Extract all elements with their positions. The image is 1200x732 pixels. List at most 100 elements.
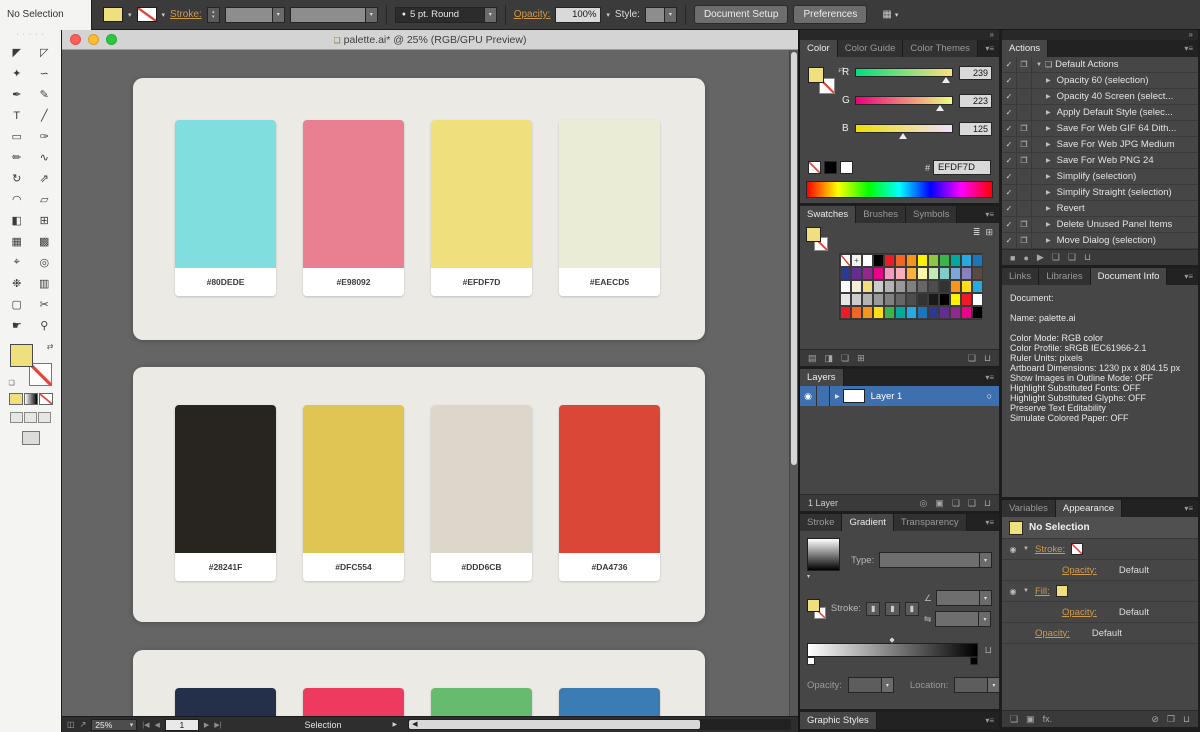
swatch-card[interactable]: #80DEDE	[175, 120, 276, 296]
expand-icon[interactable]: ▼	[1023, 546, 1031, 552]
close-button[interactable]	[70, 34, 81, 45]
fill-proxy[interactable]	[806, 227, 821, 242]
swatch-cell[interactable]	[840, 254, 851, 267]
swatch-cell[interactable]	[906, 254, 917, 267]
tab-libraries[interactable]: Libraries	[1039, 268, 1090, 285]
stop-playing-icon[interactable]: ■	[1010, 253, 1015, 263]
opacity-caret-icon[interactable]: ▾	[606, 11, 610, 19]
hand-tool[interactable]: ☛	[3, 315, 31, 336]
swatch-cell[interactable]	[873, 293, 884, 306]
fill-caret-icon[interactable]: ▾	[128, 11, 132, 19]
swatch-cell[interactable]	[906, 293, 917, 306]
swatch-cell[interactable]	[950, 293, 961, 306]
action-expand-icon[interactable]: ▶	[1046, 77, 1051, 84]
action-check-toggle[interactable]: ✓	[1002, 121, 1017, 136]
swatch-cell[interactable]	[928, 254, 939, 267]
swatch-cell[interactable]	[862, 267, 873, 280]
gradient-tool[interactable]: ▩	[31, 231, 59, 252]
action-label[interactable]: Default Actions	[1055, 59, 1118, 70]
swatch-cell[interactable]	[862, 306, 873, 319]
curvature-tool[interactable]: ✎	[31, 84, 59, 105]
make-mask-icon[interactable]: ▣	[935, 498, 944, 509]
panel-menu-icon[interactable]: ▾≡	[1179, 268, 1198, 285]
swatch-card[interactable]: #DFC554	[303, 405, 404, 581]
action-label[interactable]: Revert	[1057, 203, 1085, 214]
swatch-cell[interactable]	[961, 280, 972, 293]
gradient-angle-dropdown[interactable]: ▾	[936, 590, 992, 606]
share-icon[interactable]: ↗	[80, 720, 87, 729]
paintbrush-tool[interactable]: ✑	[31, 126, 59, 147]
swatch-cell[interactable]	[840, 293, 851, 306]
swatch-cell[interactable]	[851, 306, 862, 319]
color-fill-stroke-indicator[interactable]	[808, 67, 835, 94]
swatch-cell[interactable]	[884, 306, 895, 319]
workspace-switcher[interactable]: ▦ ▾	[882, 9, 898, 20]
swatch-cell[interactable]	[961, 293, 972, 306]
swatch-card[interactable]	[303, 688, 404, 716]
action-dialog-toggle[interactable]: ❐	[1017, 57, 1032, 72]
swatch-cell[interactable]	[884, 254, 895, 267]
swatch-cell[interactable]	[950, 306, 961, 319]
white-color-button[interactable]	[840, 161, 853, 174]
swatch-cell[interactable]	[862, 254, 873, 267]
stroke-along-icon[interactable]: ▮	[885, 602, 899, 616]
action-check-toggle[interactable]: ✓	[1002, 233, 1017, 248]
action-check-toggle[interactable]: ✓	[1002, 137, 1017, 152]
scroll-left-icon[interactable]: ◀	[412, 720, 417, 728]
draw-behind-button[interactable]	[24, 412, 37, 423]
draw-normal-button[interactable]	[10, 412, 23, 423]
collapse-panels-icon[interactable]: »	[800, 30, 999, 40]
panel-menu-icon[interactable]: ▾≡	[1179, 40, 1198, 57]
hex-value-input[interactable]: EFDF7D	[933, 160, 991, 175]
new-action-icon[interactable]: ❑	[1068, 252, 1076, 263]
channel-slider[interactable]	[855, 96, 953, 105]
swatch-cell[interactable]	[939, 254, 950, 267]
shaper-tool[interactable]: ∿	[31, 147, 59, 168]
swatches-fill-stroke-indicator[interactable]	[806, 227, 830, 251]
next-artboard-button[interactable]: ▶	[204, 721, 209, 729]
swatch-cell[interactable]	[873, 280, 884, 293]
swatch-card[interactable]: #EFDF7D	[431, 120, 532, 296]
action-label[interactable]: Opacity 40 Screen (select...	[1057, 91, 1174, 102]
slider-thumb-icon[interactable]	[899, 133, 907, 139]
opacity-label[interactable]: Opacity:	[514, 9, 551, 20]
clear-appearance-icon[interactable]: ⊘	[1151, 714, 1159, 725]
action-expand-icon[interactable]: ▶	[1046, 157, 1051, 164]
attribute-swatch[interactable]	[1056, 585, 1068, 597]
tab-layers[interactable]: Layers	[800, 369, 844, 386]
stop-location-dropdown[interactable]: ▾	[954, 677, 1000, 693]
swap-fill-stroke-icon[interactable]: ⇄	[47, 342, 54, 351]
swatch-libraries-icon[interactable]: ▤	[808, 353, 817, 364]
panel-menu-icon[interactable]: ▾≡	[980, 514, 999, 531]
duplicate-item-icon[interactable]: ❒	[1167, 714, 1175, 725]
last-artboard-button[interactable]: ▶|	[214, 721, 221, 729]
direct-selection-tool[interactable]: ◸	[31, 42, 59, 63]
rectangle-tool[interactable]: ▭	[3, 126, 31, 147]
swatch-cell[interactable]	[961, 254, 972, 267]
draw-inside-button[interactable]	[38, 412, 51, 423]
swatch-cell[interactable]	[851, 293, 862, 306]
swatch-cell[interactable]	[873, 254, 884, 267]
black-color-button[interactable]	[824, 161, 837, 174]
action-check-toggle[interactable]: ✓	[1002, 201, 1017, 216]
gradient-aspect-dropdown[interactable]: ▾	[935, 611, 991, 627]
dropdown-caret-icon[interactable]: ▾	[979, 591, 991, 605]
tab-stroke[interactable]: Stroke	[800, 514, 842, 531]
channel-slider[interactable]	[855, 68, 953, 77]
swatch-cell[interactable]	[917, 254, 928, 267]
swatch-cell[interactable]	[917, 267, 928, 280]
stroke-weight-stepper[interactable]: ▴ ▾	[207, 7, 220, 23]
swatch-cell[interactable]	[961, 306, 972, 319]
minimize-button[interactable]	[88, 34, 99, 45]
action-label[interactable]: Delete Unused Panel Items	[1057, 219, 1173, 230]
mesh-tool[interactable]: ▦	[3, 231, 31, 252]
tab-appearance[interactable]: Appearance	[1056, 500, 1122, 517]
action-expand-icon[interactable]: ▶	[1046, 205, 1051, 212]
action-check-toggle[interactable]: ✓	[1002, 73, 1017, 88]
action-row[interactable]: ✓ ❐ ▶ Delete Unused Panel Items	[1002, 217, 1198, 233]
action-dialog-toggle[interactable]: ❐	[1017, 217, 1032, 232]
gradient-stop-start[interactable]	[807, 657, 815, 665]
swatch-cell[interactable]	[972, 280, 983, 293]
line-segment-tool[interactable]: ╱	[31, 105, 59, 126]
swatch-card[interactable]	[175, 688, 276, 716]
